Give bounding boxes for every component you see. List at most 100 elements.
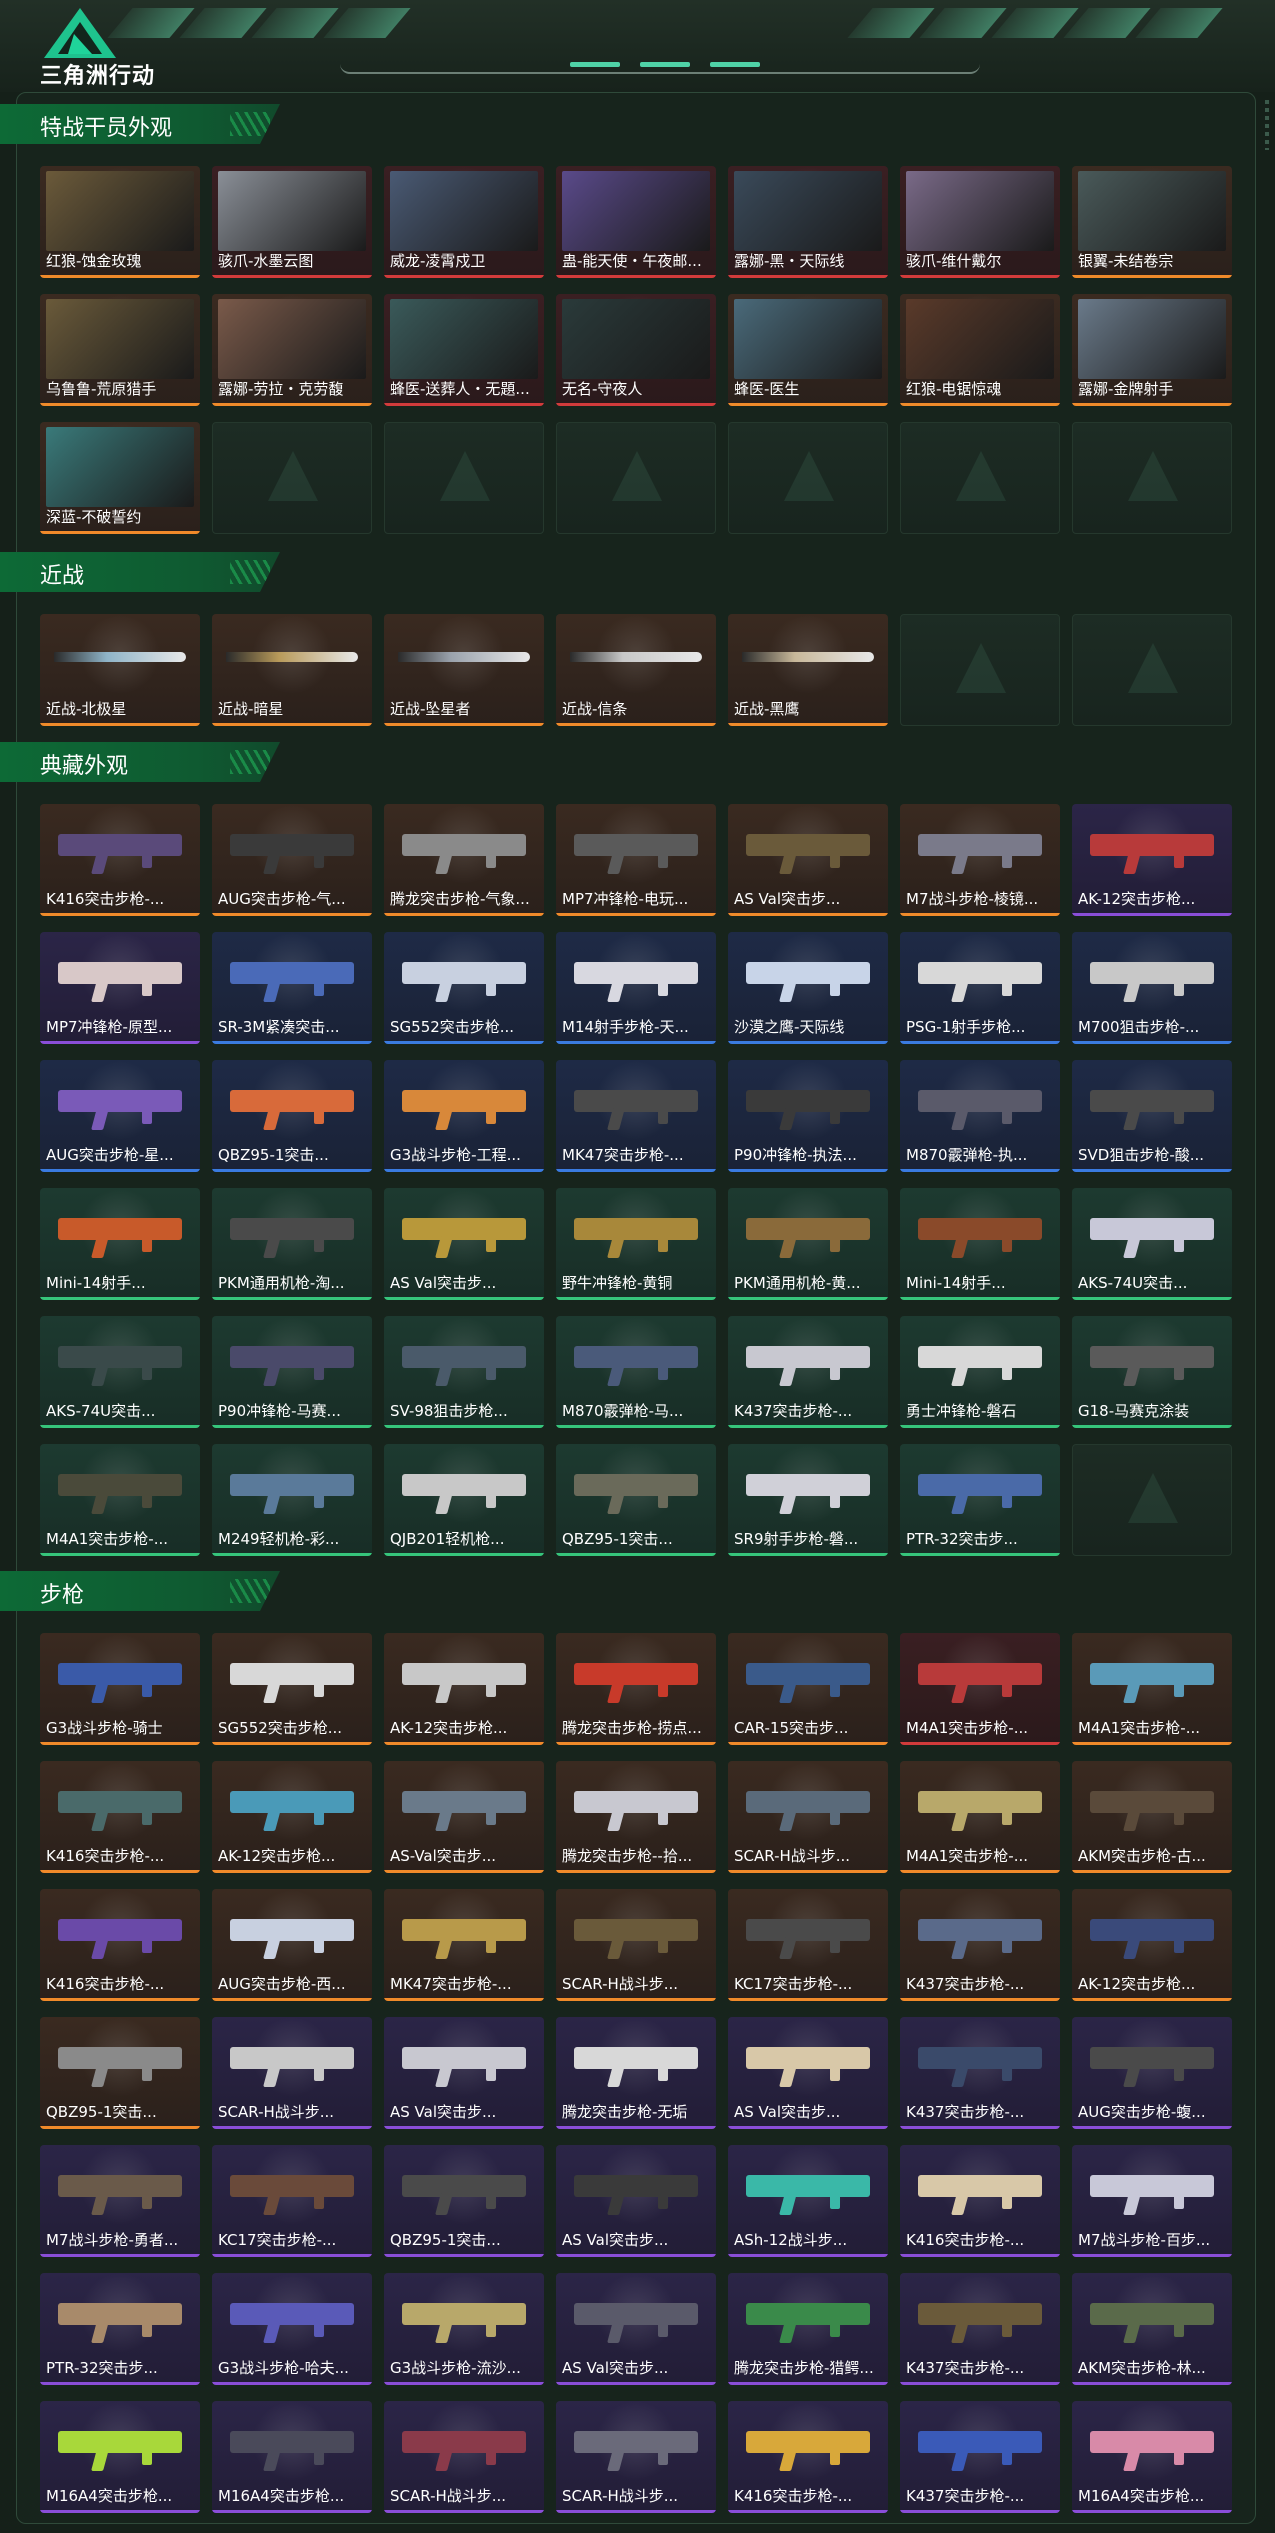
item-tile[interactable]: AKS-74U突击...: [40, 1316, 200, 1428]
item-tile[interactable]: AS Val突击步...: [384, 1188, 544, 1300]
item-tile[interactable]: 骇爪-维什戴尔: [900, 166, 1060, 278]
item-tile[interactable]: 露娜-劳拉・克劳馥: [212, 294, 372, 406]
item-tile[interactable]: M4A1突击步枪-...: [900, 1633, 1060, 1745]
item-tile[interactable]: G18-马赛克涂装: [1072, 1316, 1232, 1428]
item-tile[interactable]: 近战-信条: [556, 614, 716, 726]
item-tile[interactable]: G3战斗步枪-哈夫...: [212, 2273, 372, 2385]
item-tile[interactable]: ASh-12战斗步...: [728, 2145, 888, 2257]
item-tile[interactable]: 野牛冲锋枪-黄铜: [556, 1188, 716, 1300]
item-tile[interactable]: 腾龙突击步枪-捞点...: [556, 1633, 716, 1745]
item-tile[interactable]: 近战-黑鹰: [728, 614, 888, 726]
item-tile[interactable]: AS Val突击步...: [728, 804, 888, 916]
item-tile[interactable]: M700狙击步枪-...: [1072, 932, 1232, 1044]
item-tile[interactable]: AKS-74U突击...: [1072, 1188, 1232, 1300]
item-tile[interactable]: MK47突击步枪-...: [556, 1060, 716, 1172]
item-tile[interactable]: SCAR-H战斗步...: [556, 1889, 716, 2001]
item-tile[interactable]: M870霰弹枪-马...: [556, 1316, 716, 1428]
item-tile[interactable]: AKM突击步枪-古...: [1072, 1761, 1232, 1873]
item-tile[interactable]: M870霰弹枪-执...: [900, 1060, 1060, 1172]
item-tile[interactable]: 近战-暗星: [212, 614, 372, 726]
item-tile[interactable]: M4A1突击步枪-...: [900, 1761, 1060, 1873]
item-tile[interactable]: M249轻机枪-彩...: [212, 1444, 372, 1556]
item-tile[interactable]: KC17突击步枪-...: [212, 2145, 372, 2257]
item-tile[interactable]: K416突击步枪-...: [728, 2401, 888, 2513]
item-tile[interactable]: AK-12突击步枪...: [384, 1633, 544, 1745]
item-tile[interactable]: K437突击步枪-...: [900, 1889, 1060, 2001]
item-tile[interactable]: KC17突击步枪-...: [728, 1889, 888, 2001]
item-tile[interactable]: CAR-15突击步...: [728, 1633, 888, 1745]
item-tile[interactable]: AS-Val突击步...: [384, 1761, 544, 1873]
item-tile[interactable]: AUG突击步枪-蝮...: [1072, 2017, 1232, 2129]
item-tile[interactable]: AS Val突击步...: [384, 2017, 544, 2129]
item-tile[interactable]: 腾龙突击步枪--拾...: [556, 1761, 716, 1873]
item-tile[interactable]: SVD狙击步枪-酸...: [1072, 1060, 1232, 1172]
item-tile[interactable]: 骇爪-水墨云图: [212, 166, 372, 278]
item-tile[interactable]: K437突击步枪-...: [900, 2273, 1060, 2385]
item-tile[interactable]: AKM突击步枪-林...: [1072, 2273, 1232, 2385]
item-tile[interactable]: 腾龙突击步枪-无垢: [556, 2017, 716, 2129]
item-tile[interactable]: PKM通用机枪-黄...: [728, 1188, 888, 1300]
item-tile[interactable]: MK47突击步枪-...: [384, 1889, 544, 2001]
item-tile[interactable]: Mini-14射手...: [40, 1188, 200, 1300]
item-tile[interactable]: K416突击步枪-...: [40, 1761, 200, 1873]
item-tile[interactable]: SR9射手步枪-磐...: [728, 1444, 888, 1556]
item-tile[interactable]: PTR-32突击步...: [40, 2273, 200, 2385]
item-tile[interactable]: M14射手步枪-天...: [556, 932, 716, 1044]
item-tile[interactable]: PKM通用机枪-淘...: [212, 1188, 372, 1300]
item-tile[interactable]: 威龙-凌霄戍卫: [384, 166, 544, 278]
item-tile[interactable]: Mini-14射手...: [900, 1188, 1060, 1300]
item-tile[interactable]: M7战斗步枪-棱镜...: [900, 804, 1060, 916]
item-tile[interactable]: PTR-32突击步...: [900, 1444, 1060, 1556]
item-tile[interactable]: MP7冲锋枪-电玩...: [556, 804, 716, 916]
item-tile[interactable]: 腾龙突击步枪-猎鳄...: [728, 2273, 888, 2385]
item-tile[interactable]: 红狼-电锯惊魂: [900, 294, 1060, 406]
item-tile[interactable]: SCAR-H战斗步...: [728, 1761, 888, 1873]
item-tile[interactable]: G3战斗步枪-工程...: [384, 1060, 544, 1172]
item-tile[interactable]: M4A1突击步枪-...: [1072, 1633, 1232, 1745]
item-tile[interactable]: 腾龙突击步枪-气象...: [384, 804, 544, 916]
item-tile[interactable]: 蜂医-送葬人・无題...: [384, 294, 544, 406]
item-tile[interactable]: G3战斗步枪-骑士: [40, 1633, 200, 1745]
item-tile[interactable]: G3战斗步枪-流沙...: [384, 2273, 544, 2385]
item-tile[interactable]: SG552突击步枪...: [384, 932, 544, 1044]
item-tile[interactable]: M4A1突击步枪-...: [40, 1444, 200, 1556]
item-tile[interactable]: K416突击步枪-...: [40, 1889, 200, 2001]
item-tile[interactable]: K416突击步枪-...: [40, 804, 200, 916]
item-tile[interactable]: QJB201轻机枪...: [384, 1444, 544, 1556]
item-tile[interactable]: AK-12突击步枪...: [212, 1761, 372, 1873]
item-tile[interactable]: SV-98狙击步枪...: [384, 1316, 544, 1428]
item-tile[interactable]: 近战-北极星: [40, 614, 200, 726]
item-tile[interactable]: AK-12突击步枪...: [1072, 1889, 1232, 2001]
item-tile[interactable]: QBZ95-1突击...: [212, 1060, 372, 1172]
item-tile[interactable]: 银翼-未结卷宗: [1072, 166, 1232, 278]
item-tile[interactable]: MP7冲锋枪-原型...: [40, 932, 200, 1044]
item-tile[interactable]: 露娜-金牌射手: [1072, 294, 1232, 406]
item-tile[interactable]: K437突击步枪-...: [900, 2401, 1060, 2513]
item-tile[interactable]: 蛊-能天使・午夜邮...: [556, 166, 716, 278]
item-tile[interactable]: 近战-坠星者: [384, 614, 544, 726]
item-tile[interactable]: AUG突击步枪-气...: [212, 804, 372, 916]
item-tile[interactable]: SR-3M紧凑突击...: [212, 932, 372, 1044]
item-tile[interactable]: M16A4突击步枪...: [212, 2401, 372, 2513]
item-tile[interactable]: AS Val突击步...: [556, 2145, 716, 2257]
item-tile[interactable]: 无名-守夜人: [556, 294, 716, 406]
item-tile[interactable]: SCAR-H战斗步...: [212, 2017, 372, 2129]
item-tile[interactable]: 露娜-黑・天际线: [728, 166, 888, 278]
item-tile[interactable]: SCAR-H战斗步...: [384, 2401, 544, 2513]
item-tile[interactable]: M16A4突击步枪...: [1072, 2401, 1232, 2513]
item-tile[interactable]: 乌鲁鲁-荒原猎手: [40, 294, 200, 406]
item-tile[interactable]: K416突击步枪-...: [900, 2145, 1060, 2257]
item-tile[interactable]: PSG-1射手步枪...: [900, 932, 1060, 1044]
item-tile[interactable]: AUG突击步枪-西...: [212, 1889, 372, 2001]
item-tile[interactable]: 勇士冲锋枪-磐石: [900, 1316, 1060, 1428]
item-tile[interactable]: M16A4突击步枪...: [40, 2401, 200, 2513]
item-tile[interactable]: P90冲锋枪-执法...: [728, 1060, 888, 1172]
item-tile[interactable]: QBZ95-1突击...: [556, 1444, 716, 1556]
item-tile[interactable]: M7战斗步枪-勇者...: [40, 2145, 200, 2257]
item-tile[interactable]: K437突击步枪-...: [900, 2017, 1060, 2129]
item-tile[interactable]: SG552突击步枪...: [212, 1633, 372, 1745]
item-tile[interactable]: M7战斗步枪-百步...: [1072, 2145, 1232, 2257]
item-tile[interactable]: 红狼-蚀金玫瑰: [40, 166, 200, 278]
item-tile[interactable]: AK-12突击步枪...: [1072, 804, 1232, 916]
item-tile[interactable]: AS Val突击步...: [728, 2017, 888, 2129]
